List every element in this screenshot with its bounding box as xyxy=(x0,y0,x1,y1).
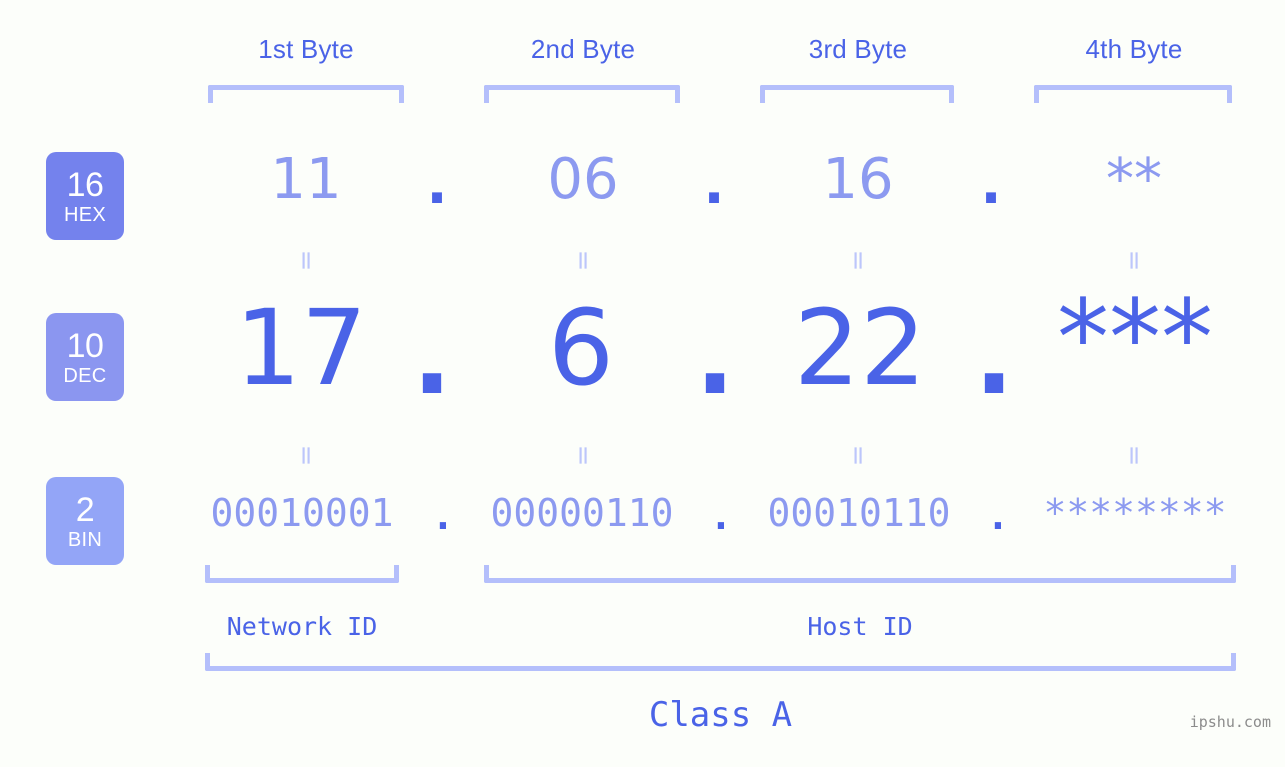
ip-address-breakdown-diagram: 1st Byte 2nd Byte 3rd Byte 4th Byte 16 H… xyxy=(0,0,1285,767)
radix-badge-bin-name: BIN xyxy=(67,528,103,551)
watermark: ipshu.com xyxy=(1189,713,1271,731)
radix-badge-hex-name: HEX xyxy=(63,203,107,226)
bin-separator-2: . xyxy=(709,494,733,538)
bin-byte-4: ******** xyxy=(1043,491,1227,535)
class-label: Class A xyxy=(648,695,793,735)
hex-byte-2: 06 xyxy=(547,147,619,212)
hex-byte-3: 16 xyxy=(822,147,894,212)
hex-separator-2: . xyxy=(703,152,725,217)
hex-byte-4: ** xyxy=(1106,147,1162,212)
hex-byte-1: 11 xyxy=(270,147,342,212)
bin-byte-3: 00010110 xyxy=(767,491,951,535)
dec-byte-4: *** xyxy=(1057,277,1213,399)
equals-icon-hex-dec-2: = xyxy=(568,249,598,273)
radix-badge-hex-number: 16 xyxy=(66,165,104,204)
dec-byte-3: 22 xyxy=(793,287,927,409)
equals-icon-hex-dec-1: = xyxy=(291,249,321,273)
dec-separator-3: . xyxy=(974,296,1014,418)
byte-bracket-4 xyxy=(1034,85,1232,103)
byte-bracket-3 xyxy=(760,85,954,103)
byte-header-3: 3rd Byte xyxy=(808,34,908,64)
byte-bracket-2 xyxy=(484,85,680,103)
class-bracket xyxy=(205,653,1236,671)
equals-icon-dec-bin-1: = xyxy=(291,444,321,468)
host-id-label: Host ID xyxy=(807,612,913,641)
radix-badge-hex: 16 HEX xyxy=(46,152,124,240)
equals-icon-dec-bin-2: = xyxy=(568,444,598,468)
hex-separator-1: . xyxy=(426,152,448,217)
byte-header-4: 4th Byte xyxy=(1085,34,1183,64)
bin-separator-3: . xyxy=(986,494,1010,538)
equals-icon-hex-dec-4: = xyxy=(1119,249,1149,273)
bin-byte-1: 00010001 xyxy=(210,491,394,535)
dec-separator-1: . xyxy=(412,296,452,418)
equals-icon-dec-bin-3: = xyxy=(843,444,873,468)
host-id-bracket xyxy=(484,565,1236,583)
radix-badge-dec-name: DEC xyxy=(63,364,107,387)
network-id-label: Network ID xyxy=(226,612,378,641)
byte-bracket-1 xyxy=(208,85,404,103)
hex-separator-3: . xyxy=(980,152,1002,217)
radix-badge-bin: 2 BIN xyxy=(46,477,124,565)
byte-header-2: 2nd Byte xyxy=(530,34,636,64)
bin-separator-1: . xyxy=(431,494,455,538)
radix-badge-dec: 10 DEC xyxy=(46,313,124,401)
radix-badge-bin-number: 2 xyxy=(75,490,95,529)
radix-badge-dec-number: 10 xyxy=(66,326,104,365)
equals-icon-hex-dec-3: = xyxy=(843,249,873,273)
equals-icon-dec-bin-4: = xyxy=(1119,444,1149,468)
network-id-bracket xyxy=(205,565,399,583)
dec-separator-2: . xyxy=(695,296,735,418)
dec-byte-1: 17 xyxy=(234,287,368,409)
dec-byte-2: 6 xyxy=(547,287,615,409)
bin-byte-2: 00000110 xyxy=(490,491,674,535)
byte-header-1: 1st Byte xyxy=(258,34,354,64)
